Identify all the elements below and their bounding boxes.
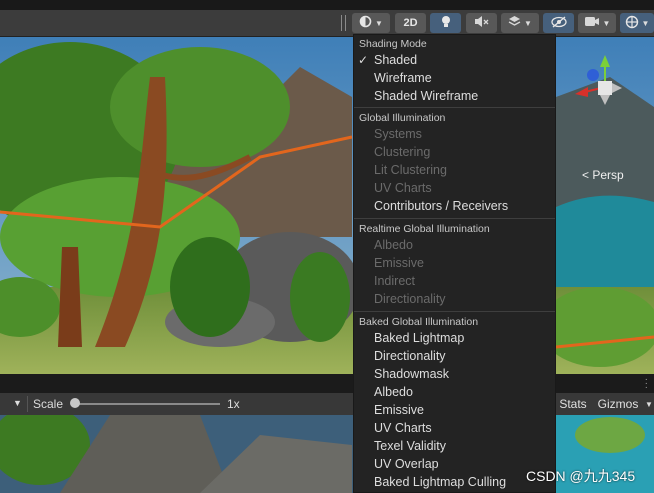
chevron-down-icon: ▼ xyxy=(375,18,383,28)
layers-icon xyxy=(508,15,521,31)
scene-toolbar: ▼ 2D ▼ ▼ ▼ xyxy=(0,10,654,37)
toolbar-grip[interactable] xyxy=(341,15,346,31)
menu-item-clustering: Clustering xyxy=(374,145,431,159)
draw-mode-dropdown[interactable]: ▼ xyxy=(352,13,390,33)
check-icon: ✓ xyxy=(358,53,369,67)
menu-separator xyxy=(354,311,555,312)
menu-item-baked-emissive[interactable]: Emissive xyxy=(374,403,424,417)
menu-item-lit-clustering: Lit Clustering xyxy=(374,163,447,177)
menu-item-realtime-directionality: Directionality xyxy=(374,292,446,306)
menu-item-shadowmask[interactable]: Shadowmask xyxy=(374,367,449,381)
audio-toggle-button[interactable] xyxy=(466,13,497,33)
menu-section-header: Global Illumination xyxy=(359,112,446,124)
gizmos-dropdown[interactable]: ▼ xyxy=(620,13,654,33)
watermark-text: CSDN @九九345 xyxy=(526,468,636,484)
menu-item-baked-directionality[interactable]: Directionality xyxy=(374,349,446,363)
menu-separator xyxy=(354,107,555,108)
menu-item-uv-overlap[interactable]: UV Overlap xyxy=(374,457,439,471)
globe-icon xyxy=(625,15,639,32)
effects-dropdown[interactable]: ▼ xyxy=(501,13,539,33)
chevron-down-icon: ▼ xyxy=(524,18,532,28)
chevron-down-icon: ▼ xyxy=(641,18,650,28)
scale-slider-track[interactable] xyxy=(74,403,220,405)
menu-item-baked-albedo[interactable]: Albedo xyxy=(374,385,413,399)
stats-button[interactable]: Stats xyxy=(556,395,590,413)
scene-visibility-button[interactable] xyxy=(543,13,574,33)
projection-label[interactable]: < Persp xyxy=(582,168,624,182)
menu-item-realtime-indirect: Indirect xyxy=(374,274,415,288)
more-options-icon[interactable]: · · · xyxy=(645,375,648,393)
lightbulb-icon xyxy=(440,15,452,32)
lighting-toggle-button[interactable] xyxy=(430,13,461,33)
menu-item-shaded[interactable]: Shaded xyxy=(374,53,417,67)
menu-separator xyxy=(354,218,555,219)
window-top-strip xyxy=(0,0,654,10)
menu-item-baked-uv-charts[interactable]: UV Charts xyxy=(374,421,432,435)
chevron-down-icon: ▼ xyxy=(602,18,611,28)
menu-item-wireframe[interactable]: Wireframe xyxy=(374,71,432,85)
menu-section-header: Baked Global Illumination xyxy=(359,316,479,328)
menu-item-realtime-emissive: Emissive xyxy=(374,256,425,270)
camera-icon xyxy=(584,16,600,30)
eye-slash-icon xyxy=(550,15,567,31)
menu-item-contributors-receivers[interactable]: Contributors / Receivers xyxy=(374,199,508,213)
circle-shading-icon xyxy=(359,15,372,31)
menu-section-header: Realtime Global Illumination xyxy=(359,223,490,235)
toolbar-separator xyxy=(27,396,28,412)
scale-slider-handle[interactable] xyxy=(70,398,80,408)
menu-item-shaded-wireframe[interactable]: Shaded Wireframe xyxy=(374,89,478,103)
camera-dropdown[interactable]: ▼ xyxy=(578,13,616,33)
menu-section-header: Shading Mode xyxy=(359,38,427,50)
draw-mode-menu: Shading Mode ✓ Shaded Wireframe Shaded W… xyxy=(353,34,556,493)
gizmos-button[interactable]: Gizmos xyxy=(594,395,642,413)
2d-toggle-button[interactable]: 2D xyxy=(395,13,426,33)
audio-mute-icon xyxy=(474,15,490,31)
2d-button-label: 2D xyxy=(403,17,418,29)
scale-label: Scale xyxy=(33,397,64,411)
chevron-down-icon[interactable]: ▼ xyxy=(645,400,653,409)
menu-item-baked-lightmap-culling[interactable]: Baked Lightmap Culling xyxy=(374,475,506,489)
menu-item-texel-validity[interactable]: Texel Validity xyxy=(374,439,446,453)
chevron-down-icon[interactable]: ▼ xyxy=(13,398,22,408)
menu-item-realtime-albedo: Albedo xyxy=(374,238,413,252)
menu-item-baked-lightmap[interactable]: Baked Lightmap xyxy=(374,331,464,345)
scale-value: 1x xyxy=(227,397,240,411)
menu-item-systems: Systems xyxy=(374,127,422,141)
menu-item-uv-charts-gi: UV Charts xyxy=(374,181,432,195)
